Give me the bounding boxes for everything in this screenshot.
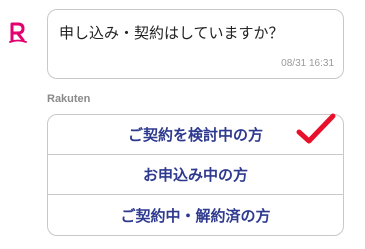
option-applying[interactable]: お申込み中の方	[48, 155, 343, 195]
message-bubble: 申し込み・契約はしていますか？ 08/31 16:31	[47, 9, 344, 79]
checkmark-icon	[296, 113, 336, 144]
message-timestamp: 08/31 16:31	[281, 58, 334, 69]
rakuten-logo-icon	[7, 19, 29, 47]
sender-name: Rakuten	[47, 93, 91, 105]
option-contracted-or-cancelled[interactable]: ご契約中・解約済の方	[48, 195, 343, 235]
message-text: 申し込み・契約はしていますか？	[59, 24, 284, 42]
